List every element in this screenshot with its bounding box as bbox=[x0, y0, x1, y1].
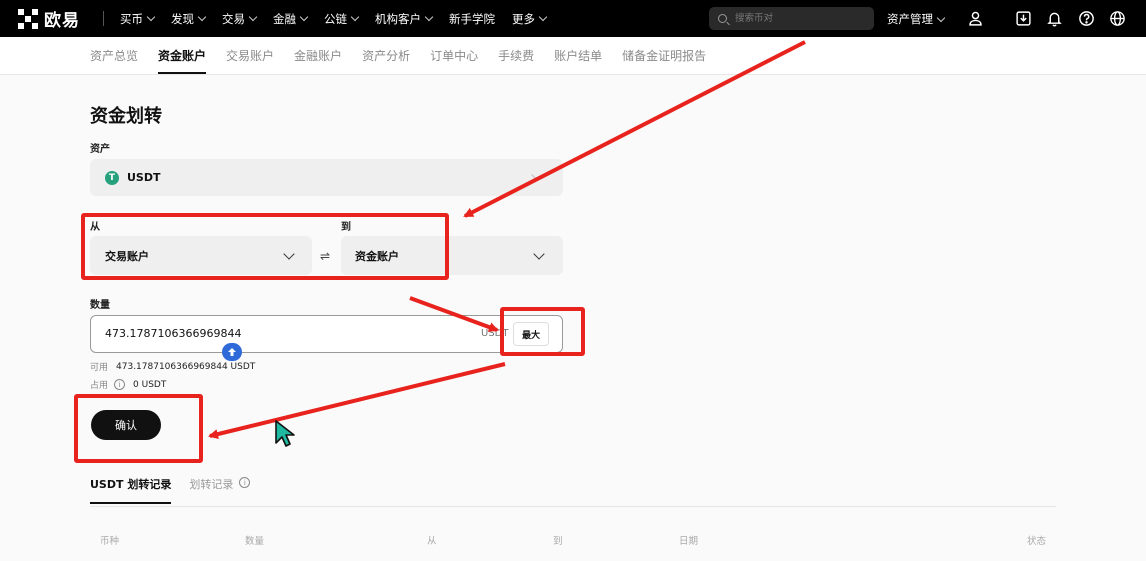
help-icon[interactable] bbox=[1077, 9, 1096, 28]
records-column-header: 从 bbox=[427, 536, 437, 547]
asset-management-menu[interactable]: 资产管理 bbox=[887, 11, 946, 27]
nav-item[interactable]: 买币 bbox=[120, 11, 156, 27]
max-button[interactable]: 最大 bbox=[513, 322, 549, 346]
subnav-tab[interactable]: 储备金证明报告 bbox=[622, 37, 706, 74]
account-tabs: 资产总览 资金账户 交易账户 金融账户 资产分析 订单中心 手续费 账户结单 储备金证明报告 bbox=[90, 37, 726, 74]
search-input[interactable] bbox=[733, 12, 857, 25]
chevron-down-icon bbox=[299, 12, 309, 22]
info-icon[interactable]: i bbox=[239, 477, 251, 488]
nav-divider bbox=[103, 11, 104, 26]
nav-item[interactable]: 新手学院 bbox=[449, 11, 495, 27]
chevron-down-icon bbox=[533, 248, 545, 260]
amount-input[interactable] bbox=[103, 326, 467, 341]
chevron-down-icon bbox=[538, 12, 548, 22]
swap-accounts-icon[interactable]: ⇌ bbox=[320, 249, 330, 263]
available-value: 473.1787106366969844 USDT bbox=[116, 361, 256, 372]
asset-select[interactable]: T USDT bbox=[90, 159, 563, 196]
user-icon[interactable] bbox=[966, 9, 985, 28]
amount-label: 数量 bbox=[90, 300, 110, 311]
to-label: 到 bbox=[341, 222, 351, 233]
nav-item-label: 更多 bbox=[512, 11, 535, 26]
nav-item-label: 新手学院 bbox=[449, 11, 495, 26]
occupied-value: 0 USDT bbox=[133, 379, 167, 390]
nav-item[interactable]: 发现 bbox=[171, 11, 207, 27]
chevron-down-icon bbox=[350, 12, 360, 22]
records-column-header: 数量 bbox=[245, 536, 265, 547]
chevron-down-icon bbox=[283, 248, 295, 260]
account-subnav: 资产总览 资金账户 交易账户 金融账户 资产分析 订单中心 手续费 账户结单 储备金证明报告 bbox=[0, 37, 1146, 75]
nav-item[interactable]: 更多 bbox=[512, 11, 548, 27]
confirm-button[interactable]: 确认 bbox=[91, 410, 161, 440]
nav-item[interactable]: 机构客户 bbox=[375, 11, 434, 27]
subnav-tab[interactable]: 手续费 bbox=[498, 37, 534, 74]
nav-item[interactable]: 金融 bbox=[273, 11, 309, 27]
occupied-label: 占用 bbox=[90, 381, 109, 391]
nav-item-label: 公链 bbox=[324, 11, 347, 26]
okx-logo[interactable]: 欧易 bbox=[18, 8, 80, 31]
asset-value: USDT bbox=[127, 171, 161, 184]
subnav-tab[interactable]: 交易账户 bbox=[226, 37, 274, 74]
from-account-value: 交易账户 bbox=[105, 249, 149, 263]
to-account-value: 资金账户 bbox=[355, 249, 399, 263]
chevron-down-icon bbox=[146, 12, 156, 22]
mouse-pointer-icon bbox=[275, 420, 295, 447]
nav-item-label: 金融 bbox=[273, 11, 296, 26]
occupied-balance: 占用 i 0 USDT bbox=[90, 378, 166, 391]
nav-item[interactable]: 公链 bbox=[324, 11, 360, 27]
nav-item-label: 发现 bbox=[171, 11, 194, 26]
subnav-tab[interactable]: 资金账户 bbox=[158, 37, 207, 74]
main-nav: 买币 发现 交易 金融 公链 机构客户 新手学院 更多 bbox=[120, 0, 563, 37]
available-label: 可用 bbox=[90, 363, 109, 373]
page-title: 资金划转 bbox=[90, 106, 162, 127]
subnav-tab[interactable]: 订单中心 bbox=[430, 37, 478, 74]
subnav-tab[interactable]: 账户结单 bbox=[554, 37, 602, 74]
globe-icon[interactable] bbox=[1108, 9, 1127, 28]
to-account-select[interactable]: 资金账户 bbox=[341, 236, 563, 275]
subnav-tab[interactable]: 资产总览 bbox=[90, 37, 138, 74]
okx-logo-mark-icon bbox=[18, 8, 38, 29]
record-tab[interactable]: USDT 划转记录 bbox=[90, 476, 172, 504]
download-icon[interactable] bbox=[1014, 9, 1033, 28]
asset-management-label: 资产管理 bbox=[887, 12, 933, 26]
search-box[interactable] bbox=[709, 7, 874, 30]
bell-icon[interactable] bbox=[1045, 9, 1064, 28]
records-column-header: 状态 bbox=[1027, 536, 1047, 547]
record-tab-label: USDT 划转记录 bbox=[90, 478, 172, 491]
subnav-tab[interactable]: 资产分析 bbox=[362, 37, 410, 74]
records-column-header: 到 bbox=[553, 536, 563, 547]
chevron-down-icon bbox=[424, 12, 434, 22]
amount-field[interactable]: USDT bbox=[90, 315, 563, 353]
nav-item-label: 买币 bbox=[120, 11, 143, 26]
search-icon bbox=[718, 14, 727, 23]
available-balance: 可用 473.1787106366969844 USDT bbox=[90, 360, 256, 374]
from-label: 从 bbox=[90, 222, 100, 233]
logo-text: 欧易 bbox=[44, 11, 80, 31]
info-icon[interactable]: i bbox=[114, 379, 126, 390]
records-column-header: 币种 bbox=[100, 536, 120, 547]
arrow-to-confirm bbox=[208, 362, 506, 439]
tether-icon: T bbox=[105, 170, 119, 185]
chevron-down-icon bbox=[248, 12, 258, 22]
chevron-down-icon bbox=[936, 13, 946, 22]
nav-item-label: 机构客户 bbox=[375, 11, 421, 26]
amount-unit: USDT bbox=[481, 328, 509, 339]
chevron-down-icon bbox=[531, 169, 543, 181]
nav-item-label: 交易 bbox=[222, 11, 245, 26]
text-cursor-handle-icon bbox=[222, 343, 242, 361]
transfer-record-tabs: USDT 划转记录 划转记录 i bbox=[90, 476, 268, 506]
top-navigation-bar: 欧易 买币 发现 交易 金融 公链 机构客户 新手学院 更多 资产管理 bbox=[0, 0, 1146, 37]
asset-label: 资产 bbox=[90, 144, 110, 155]
nav-item[interactable]: 交易 bbox=[222, 11, 258, 27]
subnav-tab[interactable]: 金融账户 bbox=[294, 37, 342, 74]
records-divider bbox=[90, 506, 1056, 507]
from-account-select[interactable]: 交易账户 bbox=[90, 236, 312, 275]
record-tab-label: 划转记录 bbox=[189, 478, 234, 491]
records-column-header: 日期 bbox=[679, 536, 699, 547]
chevron-down-icon bbox=[197, 12, 207, 22]
record-tab[interactable]: 划转记录 i bbox=[189, 476, 251, 504]
